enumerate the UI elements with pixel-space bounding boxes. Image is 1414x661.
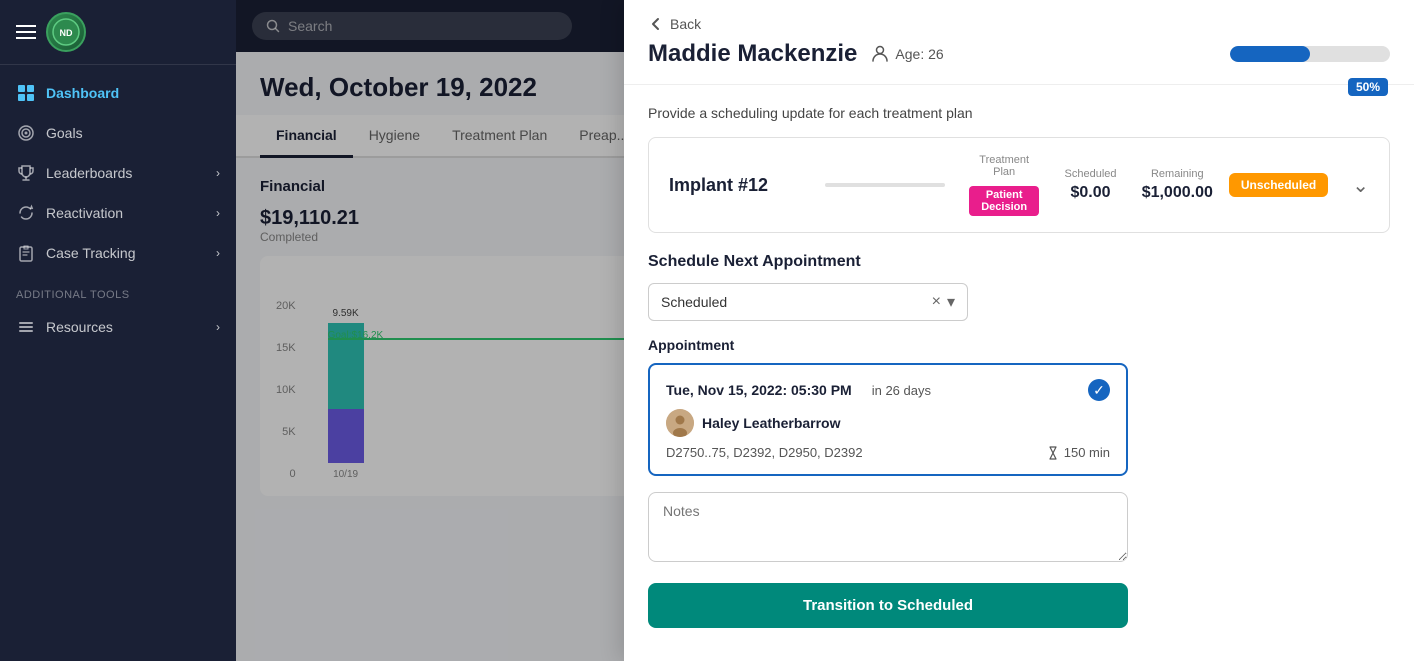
- sidebar-item-resources[interactable]: Resources ›: [0, 307, 236, 347]
- sidebar-item-goals-label: Goals: [46, 125, 83, 141]
- sidebar-item-reactivation[interactable]: Reactivation ›: [0, 193, 236, 233]
- back-button[interactable]: Back: [648, 16, 1390, 32]
- patient-name: Maddie Mackenzie: [648, 40, 857, 68]
- treatment-card: Implant #12 Treatment Plan Patient Decis…: [648, 137, 1390, 233]
- remaining-label: Remaining: [1142, 168, 1213, 180]
- sidebar-item-case-tracking-label: Case Tracking: [46, 245, 135, 261]
- treatment-name: Implant #12: [669, 175, 809, 196]
- appt-top: Tue, Nov 15, 2022: 05:30 PM in 26 days ✓: [666, 379, 1110, 401]
- chevron-left-icon: [648, 16, 664, 32]
- schedule-title: Schedule Next Appointment: [648, 253, 1390, 271]
- list-icon: [16, 317, 36, 337]
- scheduled-value: $0.00: [1055, 184, 1125, 202]
- remaining-col: Remaining $1,000.00: [1142, 168, 1213, 202]
- sidebar-item-resources-label: Resources: [46, 319, 113, 335]
- form-instructions: Provide a scheduling update for each tre…: [648, 105, 1390, 121]
- appt-check-icon: ✓: [1088, 379, 1110, 401]
- remaining-value: $1,000.00: [1142, 184, 1213, 202]
- target-icon: [16, 123, 36, 143]
- progress-bar-bg: [1230, 46, 1390, 62]
- chevron-down-icon[interactable]: ⌄: [1352, 173, 1369, 198]
- provider-avatar: [666, 409, 694, 437]
- additional-tools-label: ADDITIONAL TOOLS: [0, 273, 236, 307]
- transition-btn[interactable]: Transition to Scheduled: [648, 583, 1128, 628]
- appointment-label: Appointment: [648, 337, 1390, 353]
- patient-decision-badge: Patient Decision: [969, 186, 1039, 216]
- schedule-section: Schedule Next Appointment Scheduled × ▾ …: [648, 253, 1390, 628]
- appt-datetime: Tue, Nov 15, 2022: 05:30 PM: [666, 382, 852, 398]
- main-area: Front Desk ▾ ND Noble Dentistry ▾ Day We…: [236, 0, 1414, 661]
- chevron-right-icon: ›: [216, 206, 220, 220]
- slide-panel: Back Maddie Mackenzie Age: 26 50% Pr: [624, 0, 1414, 661]
- sidebar-item-case-tracking[interactable]: Case Tracking ›: [0, 233, 236, 273]
- sidebar-item-goals[interactable]: Goals: [0, 113, 236, 153]
- provider-name: Haley Leatherbarrow: [702, 415, 841, 431]
- back-btn-row: Back: [624, 0, 1414, 32]
- select-arrow-icon[interactable]: ▾: [947, 292, 955, 312]
- select-clear-icon[interactable]: ×: [932, 293, 941, 311]
- progress-bar-fill: [1230, 46, 1310, 62]
- unscheduled-badge: Unscheduled: [1229, 173, 1328, 197]
- appointment-card: Tue, Nov 15, 2022: 05:30 PM in 26 days ✓: [648, 363, 1128, 476]
- clipboard-icon: [16, 243, 36, 263]
- select-value: Scheduled: [661, 294, 932, 310]
- select-wrap[interactable]: Scheduled × ▾: [648, 283, 968, 321]
- chevron-right-icon: ›: [216, 320, 220, 334]
- appt-provider: Haley Leatherbarrow: [666, 409, 1110, 437]
- progress-bar-wrap: 50%: [1230, 46, 1390, 62]
- person-icon: [871, 45, 889, 63]
- hamburger-icon[interactable]: [16, 25, 36, 39]
- treatment-header: Implant #12 Treatment Plan Patient Decis…: [669, 154, 1369, 216]
- sidebar: ND Dashboard: [0, 0, 236, 661]
- notes-textarea[interactable]: [648, 492, 1128, 562]
- sidebar-item-dashboard-label: Dashboard: [46, 85, 119, 101]
- sidebar-item-dashboard[interactable]: Dashboard: [0, 73, 236, 113]
- chevron-right-icon: ›: [216, 166, 220, 180]
- svg-text:ND: ND: [60, 28, 73, 38]
- refresh-icon: [16, 203, 36, 223]
- patient-info-bar: Maddie Mackenzie Age: 26 50%: [624, 32, 1414, 85]
- plan-col-label: Treatment Plan: [969, 154, 1039, 178]
- trophy-icon: [16, 163, 36, 183]
- chevron-right-icon: ›: [216, 246, 220, 260]
- hourglass-icon: [1046, 446, 1060, 460]
- appt-codes: D2750..75, D2392, D2950, D2392 150 min: [666, 445, 1110, 460]
- appt-duration: 150 min: [1046, 445, 1110, 460]
- sidebar-item-reactivation-label: Reactivation: [46, 205, 123, 221]
- patient-age: Age: 26: [871, 45, 943, 63]
- sidebar-item-leaderboards[interactable]: Leaderboards ›: [0, 153, 236, 193]
- logo-icon: ND: [46, 12, 86, 52]
- scheduled-label: Scheduled: [1055, 168, 1125, 180]
- appt-days: in 26 days: [872, 383, 931, 398]
- grid-icon: [16, 83, 36, 103]
- notes-area: [648, 492, 1390, 567]
- treatment-bar: [825, 183, 945, 187]
- treatment-plan-col: Treatment Plan Patient Decision: [969, 154, 1039, 216]
- panel-body: Provide a scheduling update for each tre…: [624, 85, 1414, 661]
- scheduled-col: Scheduled $0.00: [1055, 168, 1125, 202]
- sidebar-header: ND: [0, 0, 236, 65]
- sidebar-nav: Dashboard Goals Leaderboards ›: [0, 65, 236, 661]
- sidebar-item-leaderboards-label: Leaderboards: [46, 165, 132, 181]
- progress-pct: 50%: [1348, 78, 1388, 96]
